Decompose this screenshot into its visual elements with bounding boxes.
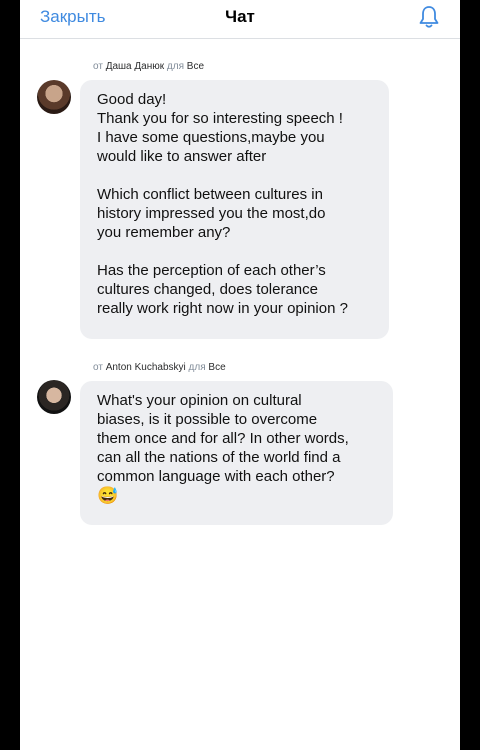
message-line: can all the nations of the world find a <box>97 449 341 466</box>
message-line: cultures changed, does tolerance <box>97 281 318 298</box>
message-line: history impressed you the most,do <box>97 205 326 222</box>
message-line: What's your opinion on cultural <box>97 392 302 409</box>
message-line: would like to answer after <box>97 148 267 165</box>
avatar[interactable] <box>37 380 71 414</box>
message-line: biases, is it possible to overcome <box>97 411 318 428</box>
message-meta: от Anton Kuchabskyi для Все <box>93 362 226 373</box>
meta-prefix: от <box>93 61 103 72</box>
message-author[interactable]: Anton Kuchabskyi <box>106 362 186 373</box>
meta-recipient-prefix: для <box>166 61 185 72</box>
message-line: I have some questions,maybe you <box>97 129 325 146</box>
message-recipient: Все <box>208 362 226 373</box>
message-author[interactable]: Даша Данюк <box>106 61 164 72</box>
page-title: Чат <box>225 7 255 26</box>
message-bubble: Good day! Thank you for so interesting s… <box>80 80 389 339</box>
message-meta: от Даша Данюк для Все <box>93 61 204 72</box>
emoji-icon: 😅 <box>97 486 119 505</box>
top-bar: Закрыть Чат <box>20 0 460 39</box>
message-line: them once and for all? In other words, <box>97 430 349 447</box>
message-line: you remember any? <box>97 224 231 241</box>
footer-bar <box>20 742 460 750</box>
chat-screen: Закрыть Чат от Даша Данюк для Все Good d… <box>20 0 460 750</box>
message-line: common language with each other? <box>97 468 335 485</box>
message-line: Has the perception of each other’s <box>97 262 326 279</box>
avatar[interactable] <box>37 80 71 114</box>
message-line: Good day! <box>97 91 167 108</box>
bell-icon[interactable] <box>418 5 440 29</box>
message-line: Thank you for so interesting speech ! <box>97 110 343 127</box>
message-line: really work right now in your opinion ? <box>97 300 348 317</box>
message-bubble: What's your opinion on cultural biases, … <box>80 381 393 525</box>
message-line: Which conflict between cultures in <box>97 186 323 203</box>
message-recipient: Все <box>186 61 205 72</box>
meta-prefix: от <box>93 362 103 373</box>
meta-recipient-prefix: для <box>188 362 206 373</box>
